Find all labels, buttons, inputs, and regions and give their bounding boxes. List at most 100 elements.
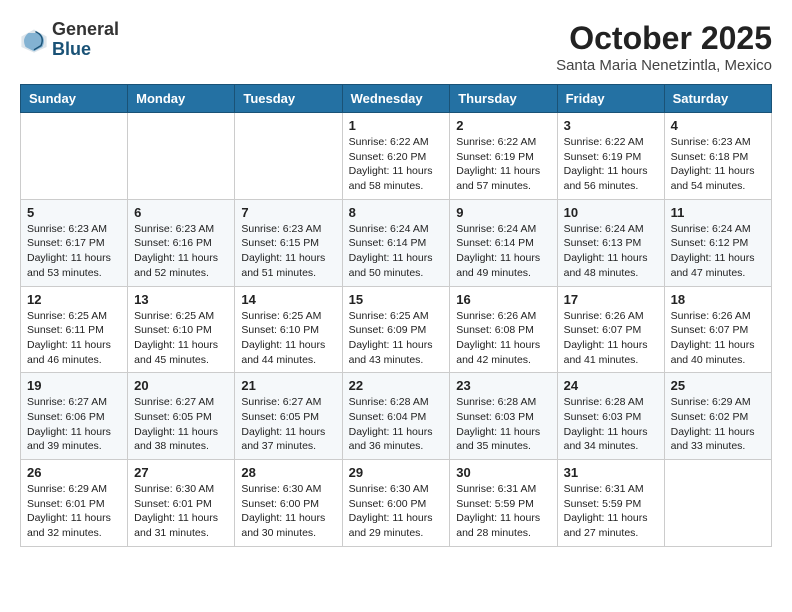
- calendar-day-cell: 15 Sunrise: 6:25 AM Sunset: 6:09 PM Dayli…: [342, 286, 450, 373]
- day-of-week-header: Monday: [128, 85, 235, 113]
- day-number: 17: [564, 292, 658, 307]
- day-of-week-header: Friday: [557, 85, 664, 113]
- calendar-day-cell: 26 Sunrise: 6:29 AM Sunset: 6:01 PM Dayli…: [21, 460, 128, 547]
- day-number: 7: [241, 205, 335, 220]
- day-info: Sunrise: 6:22 AM Sunset: 6:19 PM Dayligh…: [456, 135, 550, 194]
- day-number: 2: [456, 118, 550, 133]
- calendar-table: SundayMondayTuesdayWednesdayThursdayFrid…: [20, 84, 772, 547]
- day-info: Sunrise: 6:27 AM Sunset: 6:05 PM Dayligh…: [241, 395, 335, 454]
- calendar-day-cell: 3 Sunrise: 6:22 AM Sunset: 6:19 PM Daylig…: [557, 113, 664, 200]
- calendar-week-row: 26 Sunrise: 6:29 AM Sunset: 6:01 PM Dayli…: [21, 460, 772, 547]
- calendar-day-cell: 23 Sunrise: 6:28 AM Sunset: 6:03 PM Dayli…: [450, 373, 557, 460]
- day-number: 8: [349, 205, 444, 220]
- day-of-week-header: Wednesday: [342, 85, 450, 113]
- day-info: Sunrise: 6:24 AM Sunset: 6:13 PM Dayligh…: [564, 222, 658, 281]
- day-number: 10: [564, 205, 658, 220]
- calendar-week-row: 19 Sunrise: 6:27 AM Sunset: 6:06 PM Dayli…: [21, 373, 772, 460]
- day-info: Sunrise: 6:30 AM Sunset: 6:01 PM Dayligh…: [134, 482, 228, 541]
- day-number: 3: [564, 118, 658, 133]
- calendar-day-cell: 18 Sunrise: 6:26 AM Sunset: 6:07 PM Dayli…: [664, 286, 771, 373]
- calendar-day-cell: 8 Sunrise: 6:24 AM Sunset: 6:14 PM Daylig…: [342, 199, 450, 286]
- calendar-day-cell: 2 Sunrise: 6:22 AM Sunset: 6:19 PM Daylig…: [450, 113, 557, 200]
- calendar-day-cell: [664, 460, 771, 547]
- month-title: October 2025: [556, 20, 772, 57]
- day-info: Sunrise: 6:30 AM Sunset: 6:00 PM Dayligh…: [349, 482, 444, 541]
- day-number: 25: [671, 378, 765, 393]
- day-info: Sunrise: 6:27 AM Sunset: 6:05 PM Dayligh…: [134, 395, 228, 454]
- calendar-day-cell: 30Sunrise: 6:31 AM Sunset: 5:59 PM Dayli…: [450, 460, 557, 547]
- day-of-week-header: Thursday: [450, 85, 557, 113]
- day-of-week-header: Tuesday: [235, 85, 342, 113]
- calendar-day-cell: 7 Sunrise: 6:23 AM Sunset: 6:15 PM Daylig…: [235, 199, 342, 286]
- calendar-day-cell: 16Sunrise: 6:26 AM Sunset: 6:08 PM Dayli…: [450, 286, 557, 373]
- day-number: 11: [671, 205, 765, 220]
- calendar-day-cell: [21, 113, 128, 200]
- day-number: 16: [456, 292, 550, 307]
- day-number: 6: [134, 205, 228, 220]
- logo-general-text: General: [52, 19, 119, 39]
- day-info: Sunrise: 6:22 AM Sunset: 6:20 PM Dayligh…: [349, 135, 444, 194]
- day-number: 4: [671, 118, 765, 133]
- day-info: Sunrise: 6:27 AM Sunset: 6:06 PM Dayligh…: [27, 395, 121, 454]
- day-number: 13: [134, 292, 228, 307]
- day-number: 14: [241, 292, 335, 307]
- calendar-day-cell: 11 Sunrise: 6:24 AM Sunset: 6:12 PM Dayli…: [664, 199, 771, 286]
- day-number: 30: [456, 465, 550, 480]
- title-block: October 2025 Santa Maria Nenetzintla, Me…: [556, 20, 772, 74]
- day-of-week-header: Sunday: [21, 85, 128, 113]
- day-number: 21: [241, 378, 335, 393]
- day-info: Sunrise: 6:25 AM Sunset: 6:11 PM Dayligh…: [27, 309, 121, 368]
- calendar-day-cell: [128, 113, 235, 200]
- day-info: Sunrise: 6:28 AM Sunset: 6:04 PM Dayligh…: [349, 395, 444, 454]
- calendar-day-cell: [235, 113, 342, 200]
- day-info: Sunrise: 6:28 AM Sunset: 6:03 PM Dayligh…: [456, 395, 550, 454]
- day-info: Sunrise: 6:28 AM Sunset: 6:03 PM Dayligh…: [564, 395, 658, 454]
- day-info: Sunrise: 6:31 AM Sunset: 5:59 PM Dayligh…: [564, 482, 658, 541]
- day-info: Sunrise: 6:25 AM Sunset: 6:09 PM Dayligh…: [349, 309, 444, 368]
- calendar-day-cell: 5 Sunrise: 6:23 AM Sunset: 6:17 PM Daylig…: [21, 199, 128, 286]
- calendar-day-cell: 27Sunrise: 6:30 AM Sunset: 6:01 PM Dayli…: [128, 460, 235, 547]
- location-subtitle: Santa Maria Nenetzintla, Mexico: [556, 57, 772, 74]
- day-info: Sunrise: 6:23 AM Sunset: 6:17 PM Dayligh…: [27, 222, 121, 281]
- day-number: 22: [349, 378, 444, 393]
- calendar-day-cell: 28Sunrise: 6:30 AM Sunset: 6:00 PM Dayli…: [235, 460, 342, 547]
- day-number: 19: [27, 378, 121, 393]
- day-info: Sunrise: 6:24 AM Sunset: 6:12 PM Dayligh…: [671, 222, 765, 281]
- calendar-day-cell: 25 Sunrise: 6:29 AM Sunset: 6:02 PM Dayli…: [664, 373, 771, 460]
- day-info: Sunrise: 6:23 AM Sunset: 6:18 PM Dayligh…: [671, 135, 765, 194]
- calendar-day-cell: 29 Sunrise: 6:30 AM Sunset: 6:00 PM Dayli…: [342, 460, 450, 547]
- day-info: Sunrise: 6:29 AM Sunset: 6:01 PM Dayligh…: [27, 482, 121, 541]
- day-info: Sunrise: 6:23 AM Sunset: 6:15 PM Dayligh…: [241, 222, 335, 281]
- calendar-day-cell: 1 Sunrise: 6:22 AM Sunset: 6:20 PM Daylig…: [342, 113, 450, 200]
- calendar-day-cell: 19 Sunrise: 6:27 AM Sunset: 6:06 PM Dayli…: [21, 373, 128, 460]
- day-number: 18: [671, 292, 765, 307]
- day-number: 26: [27, 465, 121, 480]
- calendar-day-cell: 9Sunrise: 6:24 AM Sunset: 6:14 PM Daylig…: [450, 199, 557, 286]
- day-info: Sunrise: 6:22 AM Sunset: 6:19 PM Dayligh…: [564, 135, 658, 194]
- calendar-day-cell: 20Sunrise: 6:27 AM Sunset: 6:05 PM Dayli…: [128, 373, 235, 460]
- calendar-week-row: 5 Sunrise: 6:23 AM Sunset: 6:17 PM Daylig…: [21, 199, 772, 286]
- day-info: Sunrise: 6:25 AM Sunset: 6:10 PM Dayligh…: [241, 309, 335, 368]
- calendar-day-cell: 22 Sunrise: 6:28 AM Sunset: 6:04 PM Dayli…: [342, 373, 450, 460]
- day-info: Sunrise: 6:25 AM Sunset: 6:10 PM Dayligh…: [134, 309, 228, 368]
- logo: General Blue: [20, 20, 119, 60]
- day-number: 31: [564, 465, 658, 480]
- day-number: 29: [349, 465, 444, 480]
- calendar-day-cell: 4 Sunrise: 6:23 AM Sunset: 6:18 PM Daylig…: [664, 113, 771, 200]
- logo-icon: [20, 26, 48, 54]
- calendar-week-row: 1 Sunrise: 6:22 AM Sunset: 6:20 PM Daylig…: [21, 113, 772, 200]
- day-number: 5: [27, 205, 121, 220]
- calendar-header-row: SundayMondayTuesdayWednesdayThursdayFrid…: [21, 85, 772, 113]
- calendar-day-cell: 14 Sunrise: 6:25 AM Sunset: 6:10 PM Dayli…: [235, 286, 342, 373]
- day-info: Sunrise: 6:24 AM Sunset: 6:14 PM Dayligh…: [349, 222, 444, 281]
- day-info: Sunrise: 6:26 AM Sunset: 6:07 PM Dayligh…: [564, 309, 658, 368]
- calendar-day-cell: 10 Sunrise: 6:24 AM Sunset: 6:13 PM Dayli…: [557, 199, 664, 286]
- day-info: Sunrise: 6:26 AM Sunset: 6:07 PM Dayligh…: [671, 309, 765, 368]
- day-number: 1: [349, 118, 444, 133]
- day-number: 23: [456, 378, 550, 393]
- day-number: 15: [349, 292, 444, 307]
- calendar-week-row: 12 Sunrise: 6:25 AM Sunset: 6:11 PM Dayli…: [21, 286, 772, 373]
- day-number: 12: [27, 292, 121, 307]
- day-info: Sunrise: 6:29 AM Sunset: 6:02 PM Dayligh…: [671, 395, 765, 454]
- day-info: Sunrise: 6:24 AM Sunset: 6:14 PM Dayligh…: [456, 222, 550, 281]
